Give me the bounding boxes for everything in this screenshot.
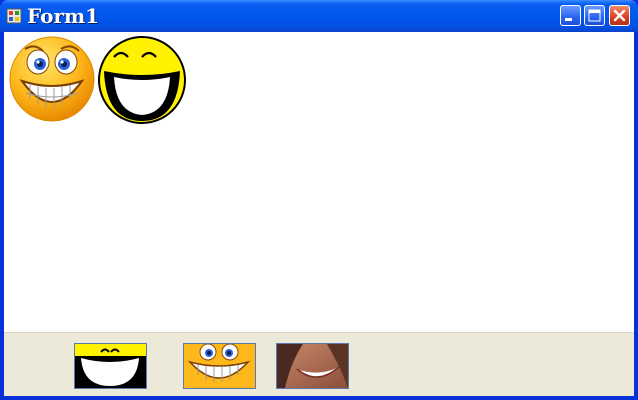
close-button[interactable] <box>609 5 630 26</box>
close-icon <box>613 9 626 22</box>
app-icon[interactable] <box>6 8 22 24</box>
title-bar[interactable]: Form1 <box>0 0 638 32</box>
maximize-button[interactable] <box>584 5 605 26</box>
yellow-grin-thumbnail[interactable] <box>74 343 147 389</box>
thumbnail-panel <box>4 332 634 396</box>
minimize-button[interactable] <box>560 5 581 26</box>
window-title: Form1 <box>27 4 100 28</box>
smiling-face-photo-thumbnail[interactable] <box>276 343 349 389</box>
grinning-smiley-thumbnail[interactable] <box>183 343 256 389</box>
form1-window: Form1 <box>0 0 638 400</box>
minimize-icon <box>565 18 572 21</box>
client-area <box>4 32 634 396</box>
grinning-smiley-image[interactable] <box>8 35 96 123</box>
yellow-grin-smiley-image[interactable] <box>96 35 188 125</box>
maximize-icon <box>588 9 601 22</box>
canvas-area <box>4 32 634 332</box>
